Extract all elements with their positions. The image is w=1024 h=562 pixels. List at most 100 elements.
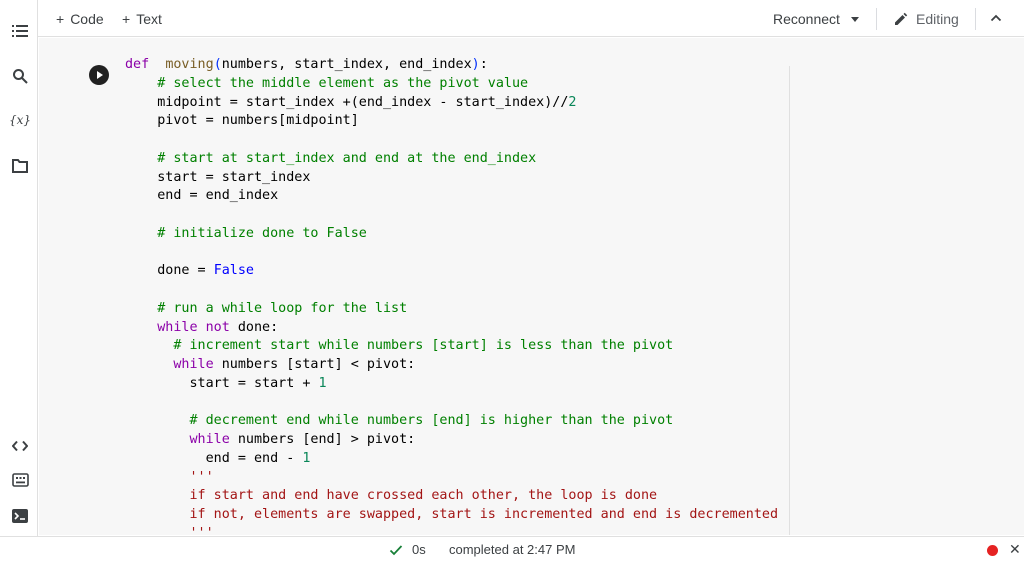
code-line[interactable]: end = end - 1	[125, 450, 778, 469]
chevron-up-icon[interactable]	[990, 13, 1002, 23]
code-snippets-icon[interactable]	[11, 437, 29, 455]
code-token: )	[471, 57, 480, 72]
line-length-ruler	[789, 66, 790, 535]
check-icon	[389, 545, 403, 556]
code-token: end = end_index	[125, 188, 279, 204]
reconnect-button[interactable]: Reconnect	[773, 11, 840, 27]
editing-mode-button[interactable]: Editing	[893, 11, 959, 27]
code-token: '''	[189, 469, 214, 485]
execution-time: 0s	[412, 542, 426, 557]
code-token: # decrement end while numbers [end] is h…	[189, 413, 674, 429]
code-token: numbers [end] > pivot:	[229, 432, 416, 447]
code-line[interactable]	[125, 281, 778, 300]
code-token: start = start_index	[125, 169, 311, 185]
code-line[interactable]: start = start + 1	[125, 375, 778, 394]
status-bar: 0s completed at 2:47 PM ✕	[0, 536, 1024, 562]
code-line[interactable]: # run a while loop for the list	[125, 300, 778, 319]
code-token: end = end -	[125, 450, 303, 466]
code-token: # select the middle element as the pivot…	[157, 75, 529, 91]
editing-label: Editing	[916, 11, 959, 27]
code-token: start = start +	[125, 375, 319, 391]
code-token: while	[173, 357, 214, 372]
code-line[interactable]: '''	[125, 469, 778, 488]
code-token: if not, elements are swapped, start is i…	[189, 507, 779, 522]
code-token: moving	[165, 57, 214, 72]
code-token: # run a while loop for the list	[157, 300, 408, 316]
search-icon[interactable]	[11, 67, 29, 85]
add-text-label: Text	[136, 11, 162, 27]
code-line[interactable]: # start at start_index and end at the en…	[125, 150, 778, 169]
code-line[interactable]: while not done:	[125, 319, 778, 338]
completed-status: completed at 2:47 PM	[449, 542, 576, 557]
code-token: def	[125, 57, 150, 72]
code-line[interactable]	[125, 244, 778, 263]
add-text-button[interactable]: + Text	[122, 11, 162, 27]
variables-icon[interactable]: {x}	[9, 111, 31, 129]
divider	[876, 8, 877, 30]
code-editor[interactable]: def moving(numbers, start_index, end_ind…	[125, 56, 791, 535]
code-line[interactable]: done = False	[125, 262, 778, 281]
code-token: done:	[229, 319, 279, 335]
code-token: pivot = numbers[midpoint]	[125, 113, 359, 129]
code-token: # increment start while numbers [start] …	[173, 338, 674, 354]
table-of-contents-icon[interactable]	[11, 22, 29, 40]
add-code-button[interactable]: + Code	[56, 11, 104, 27]
code-line[interactable]: pivot = numbers[midpoint]	[125, 112, 778, 131]
code-token: if start and end have crossed each other…	[189, 488, 658, 504]
code-token: numbers [start] < pivot:	[213, 357, 416, 372]
code-cell[interactable]: def moving(numbers, start_index, end_ind…	[59, 48, 1011, 535]
code-line[interactable]: while numbers [start] < pivot:	[125, 356, 778, 375]
code-token: while	[157, 319, 198, 335]
code-line[interactable]	[125, 394, 778, 413]
code-token: midpoint = start_index +(end_index - sta…	[125, 94, 569, 110]
files-icon[interactable]	[11, 157, 29, 175]
status-dot-icon	[987, 545, 998, 556]
run-cell-button[interactable]	[89, 65, 109, 85]
notebook-area: def moving(numbers, start_index, end_ind…	[39, 38, 1024, 535]
code-token: # start at start_index and end at the en…	[157, 150, 537, 166]
code-line[interactable]: # initialize done to False	[125, 225, 778, 244]
top-toolbar: + Code + Text Reconnect Editing	[0, 0, 1024, 37]
plus-icon: +	[122, 11, 131, 27]
code-token: 1	[318, 375, 327, 391]
code-token: not	[205, 319, 230, 335]
code-token: :	[479, 57, 488, 72]
code-line[interactable]: '''	[125, 525, 778, 535]
code-line[interactable]: def moving(numbers, start_index, end_ind…	[125, 56, 778, 75]
code-text[interactable]: def moving(numbers, start_index, end_ind…	[125, 56, 778, 535]
code-token: done =	[125, 263, 214, 279]
code-line[interactable]: start = start_index	[125, 169, 778, 188]
close-icon[interactable]: ✕	[1009, 541, 1021, 558]
code-line[interactable]: if not, elements are swapped, start is i…	[125, 506, 779, 525]
code-token: while	[189, 432, 230, 447]
chevron-down-icon[interactable]	[851, 17, 859, 22]
code-line[interactable]: end = end_index	[125, 187, 778, 206]
code-line[interactable]: # select the middle element as the pivot…	[125, 75, 778, 94]
code-line[interactable]	[125, 206, 778, 225]
add-code-label: Code	[70, 11, 104, 27]
code-token: False	[213, 263, 254, 279]
code-line[interactable]: # decrement end while numbers [end] is h…	[125, 412, 778, 431]
code-line[interactable]	[125, 131, 778, 150]
code-line[interactable]: if start and end have crossed each other…	[125, 487, 778, 506]
terminal-icon[interactable]	[11, 507, 29, 525]
code-token: 2	[568, 94, 577, 110]
code-line[interactable]: # increment start while numbers [start] …	[125, 337, 778, 356]
command-palette-icon[interactable]	[11, 471, 29, 489]
divider	[975, 8, 976, 30]
code-line[interactable]: midpoint = start_index +(end_index - sta…	[125, 94, 778, 113]
code-token: (	[213, 57, 222, 72]
code-line[interactable]: while numbers [end] > pivot:	[125, 431, 778, 450]
